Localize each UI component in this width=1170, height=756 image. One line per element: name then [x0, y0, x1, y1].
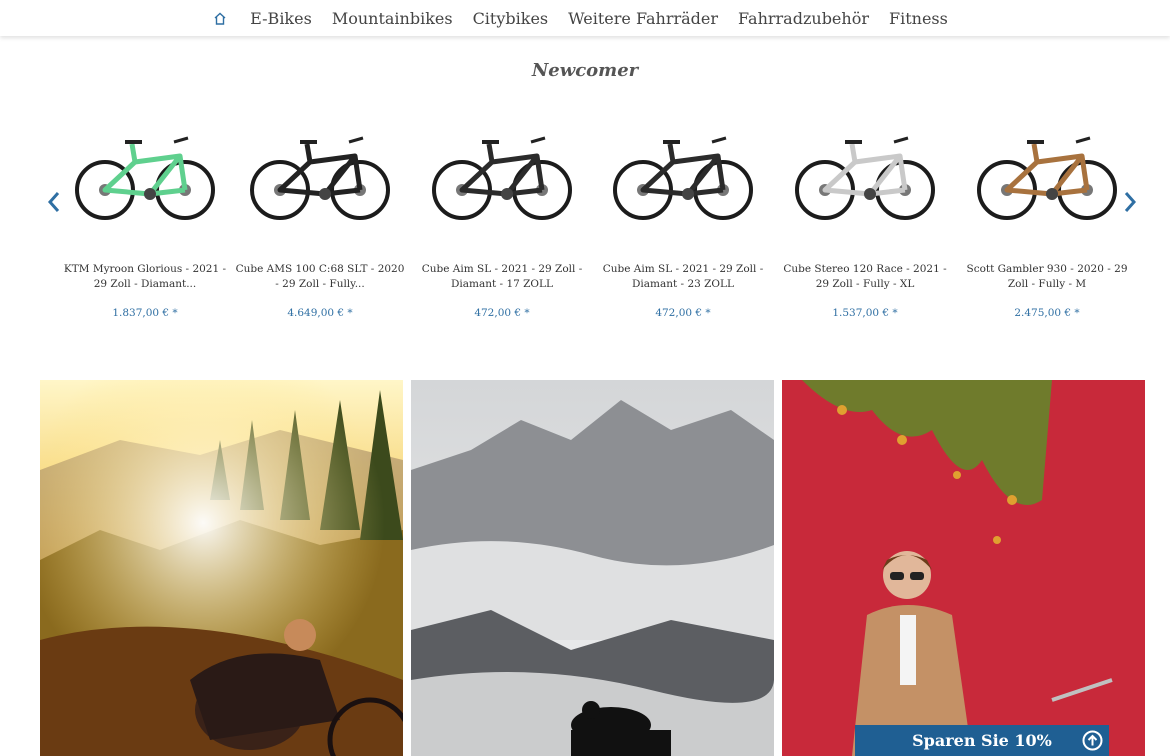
- arrow-up-circle-icon: [1082, 730, 1103, 751]
- product-image: [70, 122, 220, 232]
- bike-illustration: [977, 136, 1117, 220]
- nav-item-mountainbikes[interactable]: Mountainbikes: [322, 9, 463, 28]
- product-name: Cube AMS 100 C:68 SLT - 2020 - 29 Zoll -…: [235, 263, 405, 290]
- sparen-button[interactable]: Sparen Sie 10%: [855, 725, 1109, 756]
- product-image: [790, 122, 940, 232]
- product-card[interactable]: Cube Aim SL - 2021 - 29 Zoll - Diamant -…: [417, 110, 587, 330]
- product-name: Cube Stereo 120 Race - 2021 - 29 Zoll - …: [783, 263, 947, 290]
- product-price: 472,00 € *: [474, 307, 530, 319]
- product-price: 1.837,00 € *: [112, 307, 178, 319]
- home-icon[interactable]: [212, 10, 228, 26]
- product-image: [245, 122, 395, 232]
- banner-city-woman[interactable]: [782, 380, 1145, 756]
- product-name: KTM Myroon Glorious - 2021 - 29 Zoll - D…: [63, 263, 227, 290]
- bike-illustration: [795, 136, 935, 220]
- nav-item-fahrradzubehoer[interactable]: Fahrradzubehör: [728, 9, 879, 28]
- product-name: Cube Aim SL - 2021 - 29 Zoll - Diamant -…: [602, 263, 764, 290]
- banner-mountain-fog[interactable]: [411, 380, 774, 756]
- product-card[interactable]: Scott Gambler 930 - 2020 - 29 Zoll - Ful…: [962, 110, 1132, 330]
- product-name: Cube Aim SL - 2021 - 29 Zoll - Diamant -…: [421, 263, 583, 290]
- product-slider: KTM Myroon Glorious - 2021 - 29 Zoll - D…: [40, 110, 1140, 330]
- product-price: 2.475,00 € *: [1014, 307, 1080, 319]
- chevron-right-icon[interactable]: [1120, 190, 1140, 214]
- product-card[interactable]: KTM Myroon Glorious - 2021 - 29 Zoll - D…: [60, 110, 230, 330]
- product-price: 1.537,00 € *: [832, 307, 898, 319]
- bike-illustration: [75, 136, 215, 220]
- product-price: 4.649,00 € *: [287, 307, 353, 319]
- section-title: Newcomer: [531, 60, 639, 81]
- nav-item-citybikes[interactable]: Citybikes: [463, 9, 559, 28]
- nav-item-e-bikes[interactable]: E-Bikes: [240, 9, 322, 28]
- product-card[interactable]: Cube Stereo 120 Race - 2021 - 29 Zoll - …: [780, 110, 950, 330]
- product-image: [608, 122, 758, 232]
- product-price: 472,00 € *: [655, 307, 711, 319]
- banner-mountainbike-sunset[interactable]: [40, 380, 403, 756]
- main-navigation: E-Bikes Mountainbikes Citybikes Weitere …: [0, 0, 1170, 36]
- nav-item-weitere-fahrraeder[interactable]: Weitere Fahrräder: [558, 9, 728, 28]
- product-image: [972, 122, 1122, 232]
- product-name: Scott Gambler 930 - 2020 - 29 Zoll - Ful…: [966, 263, 1128, 290]
- product-image: [427, 122, 577, 232]
- nav-item-fitness[interactable]: Fitness: [879, 9, 958, 28]
- bike-illustration: [432, 136, 572, 220]
- bike-illustration: [250, 136, 390, 220]
- bike-illustration: [613, 136, 753, 220]
- product-card[interactable]: Cube Aim SL - 2021 - 29 Zoll - Diamant -…: [598, 110, 768, 330]
- sparen-label: Sparen Sie 10%: [912, 731, 1052, 750]
- product-card[interactable]: Cube AMS 100 C:68 SLT - 2020 - 29 Zoll -…: [235, 110, 405, 330]
